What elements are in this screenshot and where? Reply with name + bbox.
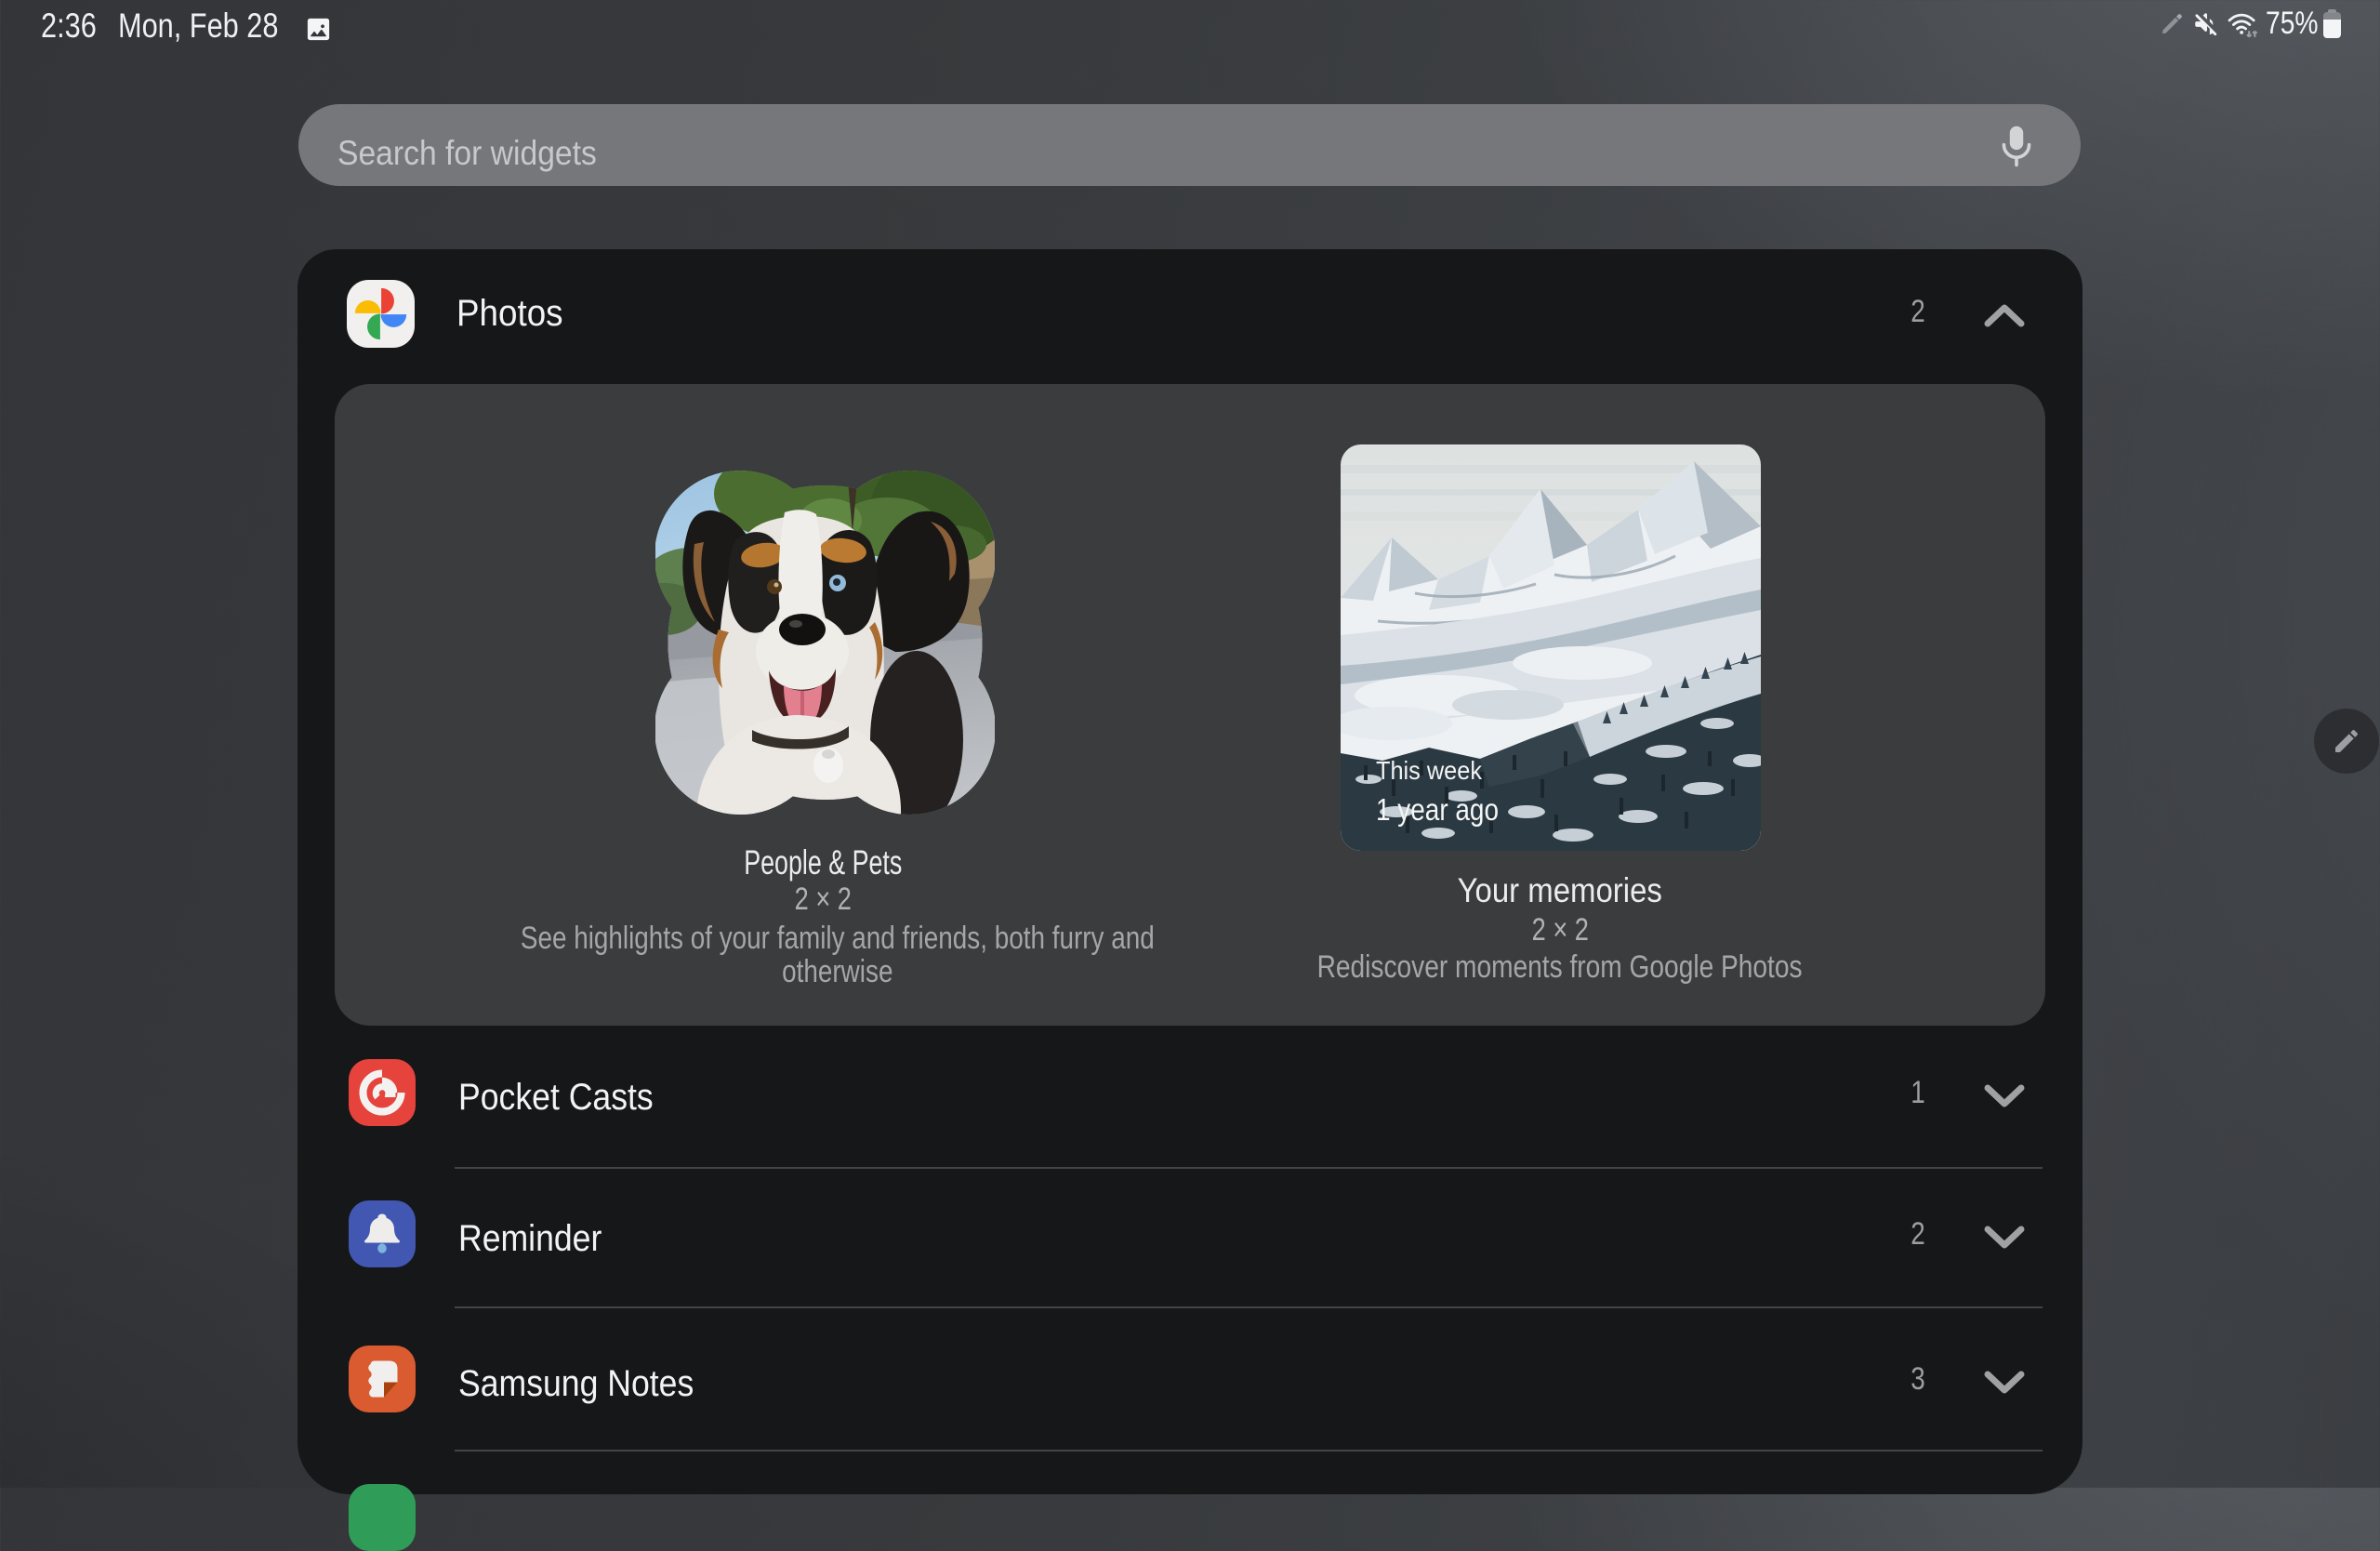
svg-text:This week: This week — [1376, 756, 1483, 785]
svg-text:1 year ago: 1 year ago — [1376, 792, 1499, 827]
